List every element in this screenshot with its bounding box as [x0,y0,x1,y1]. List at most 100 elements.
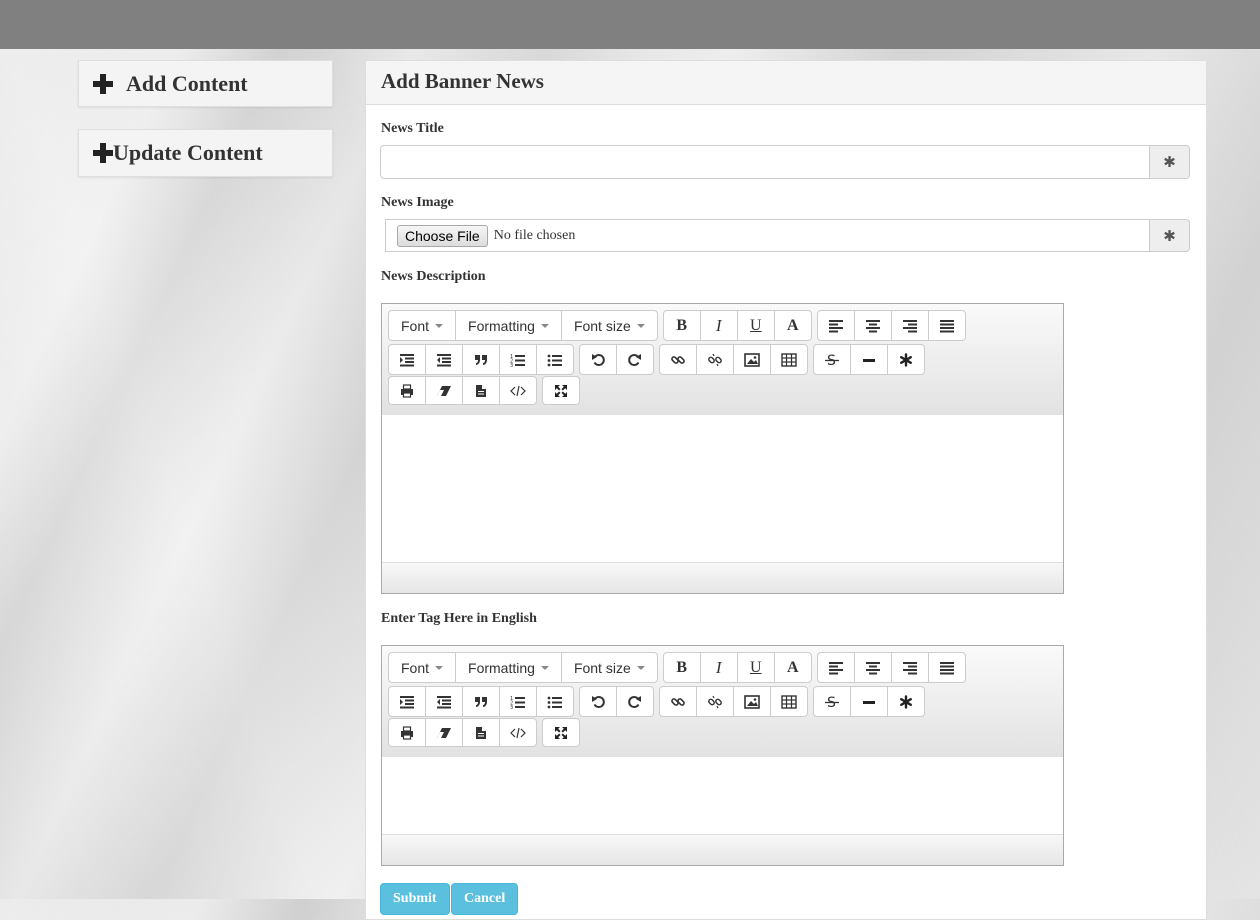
insert-table-button[interactable] [770,686,808,717]
asterisk-icon [900,352,913,367]
news-description-label: News Description [381,269,486,284]
sidebar-item-add-content[interactable]: Add Content [78,60,333,107]
font-size-dropdown[interactable]: Font size [560,310,658,341]
fullscreen-button[interactable] [542,376,580,405]
source-code-button[interactable] [499,376,537,405]
ordered-list-icon: 123 [510,696,525,709]
eraser-icon [437,385,451,396]
font-color-button[interactable]: A [773,310,812,341]
ordered-list-icon: 123 [510,354,525,367]
redo-button[interactable] [616,686,654,717]
font-dropdown-label: Font [401,317,430,334]
tag-editor-content[interactable] [382,757,1063,835]
fullscreen-icon [555,384,567,397]
unlink-button[interactable] [696,344,734,375]
align-right-button[interactable] [890,310,929,341]
blockquote-button[interactable] [462,344,500,375]
editor-toolbar: Font Formatting Font size B I U A 1 2 3 … [382,646,1063,757]
formatting-dropdown-label: Formatting [468,317,535,334]
indent-icon [400,695,414,708]
news-title-group: ✱ [380,145,1190,179]
font-dropdown[interactable]: Font [388,652,457,683]
undo-button[interactable] [579,686,617,717]
new-document-button[interactable] [462,718,500,747]
special-char-button[interactable] [887,686,925,717]
print-button[interactable] [388,376,426,405]
sidebar-item-label: Update Content [113,140,263,165]
horizontal-rule-button[interactable] [850,344,888,375]
table-icon [781,352,797,367]
print-button[interactable] [388,718,426,747]
blockquote-button[interactable] [462,686,500,717]
align-right-icon [902,319,917,332]
editor-statusbar [382,563,1063,593]
sidebar-item-update-content[interactable]: Update Content [78,129,333,177]
indent-icon [400,353,414,366]
panel-title: Add Banner News [366,61,1206,105]
link-button[interactable] [659,344,697,375]
undo-icon [592,353,605,366]
unordered-list-button[interactable] [536,686,574,717]
eraser-button[interactable] [425,376,463,405]
font-dropdown[interactable]: Font [388,310,457,341]
italic-button[interactable]: I [699,652,738,683]
indent-button[interactable] [388,686,426,717]
align-justify-button[interactable] [927,310,966,341]
sidebar-item-label: Add Content [126,70,248,96]
font-color-button[interactable]: A [773,652,812,683]
plus-icon [93,143,113,163]
bold-button[interactable]: B [662,652,701,683]
document-icon [476,384,486,397]
indent-button[interactable] [388,344,426,375]
redo-button[interactable] [616,344,654,375]
submit-button[interactable]: Submit [380,883,450,915]
align-center-button[interactable] [853,652,892,683]
outdent-button[interactable] [425,686,463,717]
underline-button[interactable]: U [736,310,775,341]
news-title-input[interactable] [380,145,1150,179]
insert-image-button[interactable] [733,344,771,375]
horizontal-rule-icon [863,700,875,704]
italic-button[interactable]: I [699,310,738,341]
strikethrough-button[interactable]: S [813,686,851,717]
caret-down-icon [540,665,549,670]
new-document-button[interactable] [462,376,500,405]
formatting-dropdown[interactable]: Formatting [455,310,562,341]
underline-button[interactable]: U [736,652,775,683]
description-editor-content[interactable] [382,415,1063,563]
align-justify-button[interactable] [927,652,966,683]
unlink-button[interactable] [696,686,734,717]
align-left-button[interactable] [816,652,855,683]
insert-table-button[interactable] [770,344,808,375]
unordered-list-icon [547,354,562,366]
ordered-list-button[interactable]: 123 [499,344,537,375]
choose-file-button[interactable]: Choose File [397,224,488,247]
outdent-button[interactable] [425,344,463,375]
news-title-label: News Title [381,121,444,136]
ordered-list-button[interactable]: 123 [499,686,537,717]
formatting-dropdown[interactable]: Formatting [455,652,562,683]
align-center-button[interactable] [853,310,892,341]
bold-button[interactable]: B [662,310,701,341]
align-right-icon [902,661,917,674]
eraser-button[interactable] [425,718,463,747]
unlink-icon [708,353,722,366]
plus-icon [93,73,113,94]
unordered-list-button[interactable] [536,344,574,375]
special-char-button[interactable] [887,344,925,375]
link-icon [671,697,685,706]
horizontal-rule-button[interactable] [850,686,888,717]
align-left-button[interactable] [816,310,855,341]
undo-button[interactable] [579,344,617,375]
formatting-dropdown-label: Formatting [468,659,535,676]
source-code-button[interactable] [499,718,537,747]
fullscreen-button[interactable] [542,718,580,747]
strikethrough-button[interactable]: S [813,344,851,375]
news-image-file-input[interactable]: Choose File No file chosen [385,219,1150,252]
font-dropdown-label: Font [401,659,430,676]
cancel-button[interactable]: Cancel [451,883,519,915]
font-size-dropdown[interactable]: Font size [560,652,658,683]
align-right-button[interactable] [890,652,929,683]
link-button[interactable] [659,686,697,717]
insert-image-button[interactable] [733,686,771,717]
